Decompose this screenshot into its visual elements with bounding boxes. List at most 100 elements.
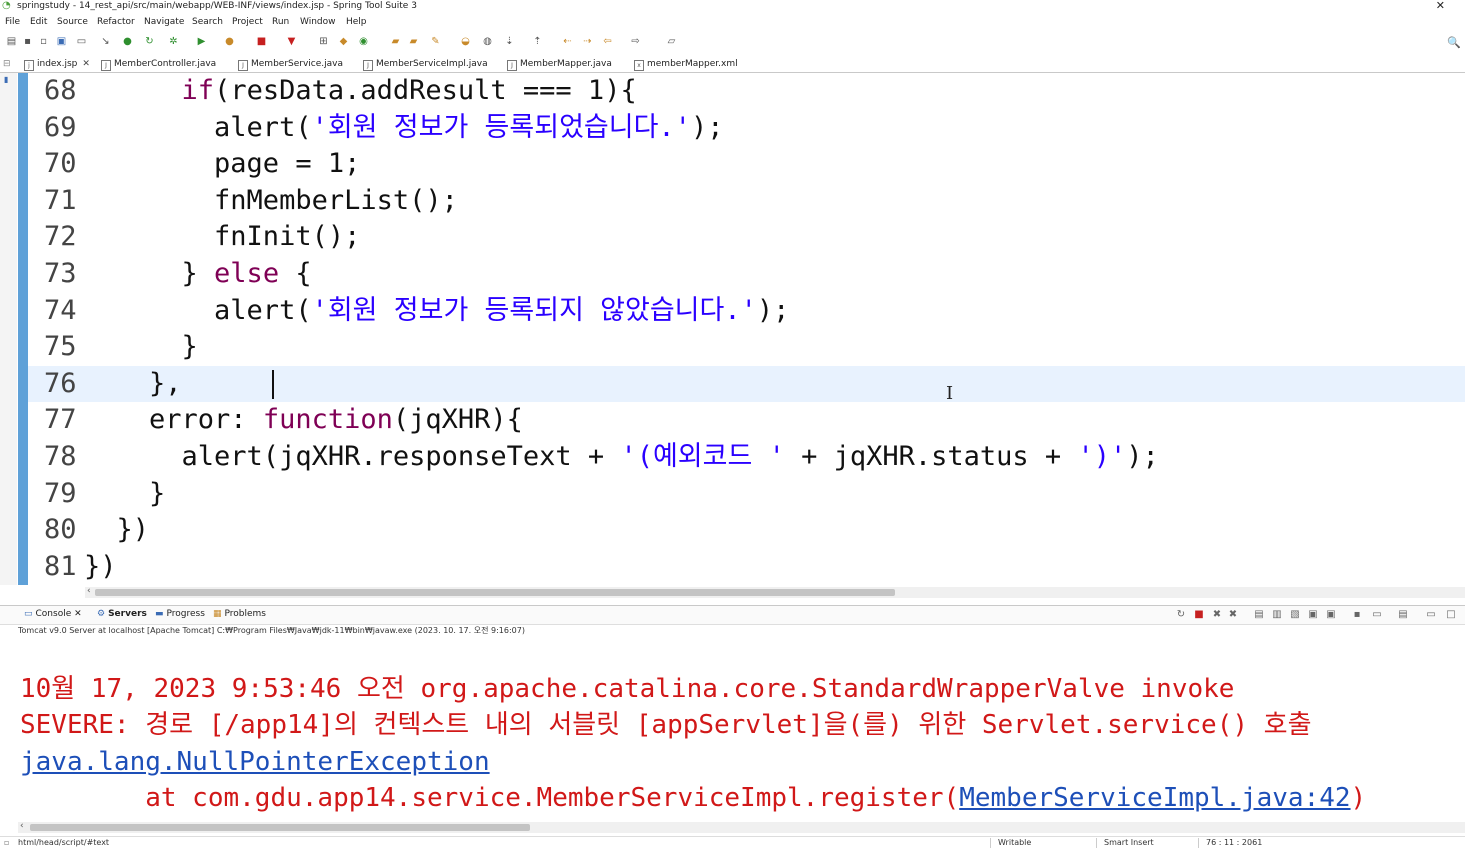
menu-search[interactable]: Search — [192, 17, 223, 27]
maximize-icon[interactable]: □ — [1445, 609, 1457, 620]
overview-marker-icon: ▮ — [4, 75, 9, 84]
string-token: '회원 정보가 등록되지 않았습니다.' — [311, 294, 757, 326]
menu-window[interactable]: Window — [300, 17, 336, 27]
task-icon[interactable]: ◒ — [460, 36, 471, 47]
new-package-icon[interactable]: ◆ — [338, 36, 349, 47]
code-line[interactable]: 80 }) — [28, 512, 1465, 548]
scrollbar-thumb[interactable] — [95, 589, 895, 596]
tab-member-mapper-xml[interactable]: x memberMapper.xml — [634, 56, 738, 72]
tab-member-service[interactable]: J MemberService.java — [238, 56, 343, 72]
menu-file[interactable]: File — [5, 17, 20, 27]
code-editor[interactable]: 68 if(resData.addResult === 1){69 alert(… — [28, 73, 1465, 585]
word-wrap-icon[interactable]: ▧ — [1289, 609, 1301, 620]
code-line[interactable]: 72 fnInit(); — [28, 219, 1465, 255]
open-type-icon[interactable]: ▰ — [390, 36, 401, 47]
menu-project[interactable]: Project — [232, 17, 263, 27]
pin-editor-icon[interactable]: ▱ — [666, 36, 677, 47]
terminate-icon[interactable]: ■ — [1193, 609, 1205, 620]
prev-annotation-icon[interactable]: ⇡ — [532, 36, 543, 47]
remove-all-icon[interactable]: ✖ — [1227, 609, 1239, 620]
servers-icon: ⚙ — [97, 609, 106, 619]
source-link[interactable]: MemberServiceImpl.java:42 — [959, 783, 1350, 813]
show-on-stdout-icon[interactable]: ▣ — [1307, 609, 1319, 620]
code-line[interactable]: 68 if(resData.addResult === 1){ — [28, 73, 1465, 109]
scroll-left-icon[interactable]: ‹ — [20, 821, 24, 831]
code-line[interactable]: 76 }, — [28, 365, 1465, 402]
code-token: ); — [690, 111, 724, 143]
editor-horizontal-scrollbar[interactable]: ‹ — [85, 586, 1465, 598]
scroll-left-icon[interactable]: ‹ — [87, 586, 91, 596]
back-icon[interactable]: ⇦ — [602, 36, 613, 47]
refresh-icon[interactable]: ↻ — [144, 36, 155, 47]
deploy-icon[interactable]: ▼ — [286, 36, 297, 47]
code-line[interactable]: 69 alert('회원 정보가 등록되었습니다.'); — [28, 110, 1465, 146]
tab-member-mapper-java[interactable]: J MemberMapper.java — [507, 56, 612, 72]
keyword-token: if — [181, 75, 215, 106]
spring-boot-dashboard-icon[interactable]: ● — [122, 36, 133, 47]
clear-console-icon[interactable]: ▤ — [1253, 609, 1265, 620]
menu-run[interactable]: Run — [272, 17, 289, 27]
keyword-token: else — [214, 258, 280, 289]
code-token: }, — [84, 367, 182, 399]
tab-member-controller[interactable]: J MemberController.java — [101, 56, 216, 72]
code-token: fnMemberList(); — [84, 184, 458, 216]
debug-icon[interactable]: ✲ — [168, 36, 179, 47]
remove-launch-icon[interactable]: ✖ — [1211, 609, 1223, 620]
run-external-tools-icon[interactable]: ● — [224, 36, 235, 47]
tab-member-service-impl[interactable]: J MemberServiceImpl.java — [363, 56, 488, 72]
tab-servers[interactable]: ⚙ Servers — [97, 609, 147, 619]
menu-source[interactable]: Source — [57, 17, 88, 27]
forward-icon[interactable]: ⇨ — [630, 36, 641, 47]
skip-breakpoints-icon[interactable]: ↘ — [100, 36, 111, 47]
menu-navigate[interactable]: Navigate — [144, 17, 184, 27]
pin-console-icon[interactable]: ▪ — [1351, 609, 1363, 620]
display-console-icon[interactable]: ▭ — [1371, 609, 1383, 620]
code-line[interactable]: 71 fnMemberList(); — [28, 183, 1465, 219]
close-tab-icon[interactable]: ✕ — [82, 59, 90, 69]
exception-link[interactable]: java.lang.NullPointerException — [20, 747, 490, 777]
next-annotation-icon[interactable]: ⇣ — [504, 36, 515, 47]
close-window-button[interactable]: ✕ — [1436, 0, 1445, 12]
forward-edit-icon[interactable]: ⇢ — [582, 36, 593, 47]
code-line[interactable]: 78 alert(jqXHR.responseText + '(예외코드 ' +… — [28, 439, 1465, 475]
open-console-icon[interactable]: ▤ — [1397, 609, 1409, 620]
code-line[interactable]: 81}) — [28, 549, 1465, 585]
terminal-icon[interactable]: ▭ — [76, 36, 87, 47]
tab-problems[interactable]: ▦ Problems — [213, 609, 266, 619]
save-all-icon[interactable]: ▫ — [38, 36, 49, 47]
save-icon[interactable]: ▪ — [22, 36, 33, 47]
new-class-icon[interactable]: ◉ — [358, 36, 369, 47]
stop-icon[interactable]: ■ — [256, 36, 267, 47]
last-edit-icon[interactable]: ⇠ — [562, 36, 573, 47]
menu-refactor[interactable]: Refactor — [97, 17, 135, 27]
console-output[interactable]: 10월 17, 2023 9:53:46 오전 org.apache.catal… — [0, 640, 1465, 820]
close-console-icon[interactable]: ✕ — [74, 609, 82, 619]
restart-icon[interactable]: ↻ — [1175, 609, 1187, 620]
open-folder-icon[interactable]: ▰ — [408, 36, 419, 47]
menu-edit[interactable]: Edit — [30, 17, 47, 27]
show-on-stderr-icon[interactable]: ▣ — [1325, 609, 1337, 620]
tab-index-jsp[interactable]: j index.jsp ✕ — [24, 56, 90, 72]
code-line[interactable]: 70 page = 1; — [28, 146, 1465, 182]
search-icon[interactable]: 🔍 — [1447, 36, 1461, 49]
globe-icon[interactable]: ◍ — [482, 36, 493, 47]
tab-progress[interactable]: ▬ Progress — [155, 609, 205, 619]
new-icon[interactable]: ▤ — [6, 36, 17, 47]
code-line[interactable]: 77 error: function(jqXHR){ — [28, 402, 1465, 438]
print-icon[interactable]: ▣ — [56, 36, 67, 47]
new-java-project-icon[interactable]: ⊞ — [318, 36, 329, 47]
write-mode: Writable — [998, 838, 1032, 847]
code-line[interactable]: 75 } — [28, 329, 1465, 365]
scroll-lock-icon[interactable]: ▥ — [1271, 609, 1283, 620]
run-icon[interactable]: ▶ — [196, 36, 207, 47]
toggle-mark-icon[interactable]: ✎ — [430, 36, 441, 47]
minimize-icon[interactable]: ▭ — [1425, 609, 1437, 620]
menu-help[interactable]: Help — [346, 17, 367, 27]
console-process-label: Tomcat v9.0 Server at localhost [Apache … — [18, 626, 525, 635]
code-line[interactable]: 79 } — [28, 476, 1465, 512]
scrollbar-thumb[interactable] — [30, 824, 530, 831]
tab-console[interactable]: ▭ Console ✕ — [24, 609, 82, 619]
code-line[interactable]: 74 alert('회원 정보가 등록되지 않았습니다.'); — [28, 293, 1465, 329]
console-horizontal-scrollbar[interactable]: ‹ — [18, 821, 1465, 833]
code-line[interactable]: 73 } else { — [28, 256, 1465, 292]
